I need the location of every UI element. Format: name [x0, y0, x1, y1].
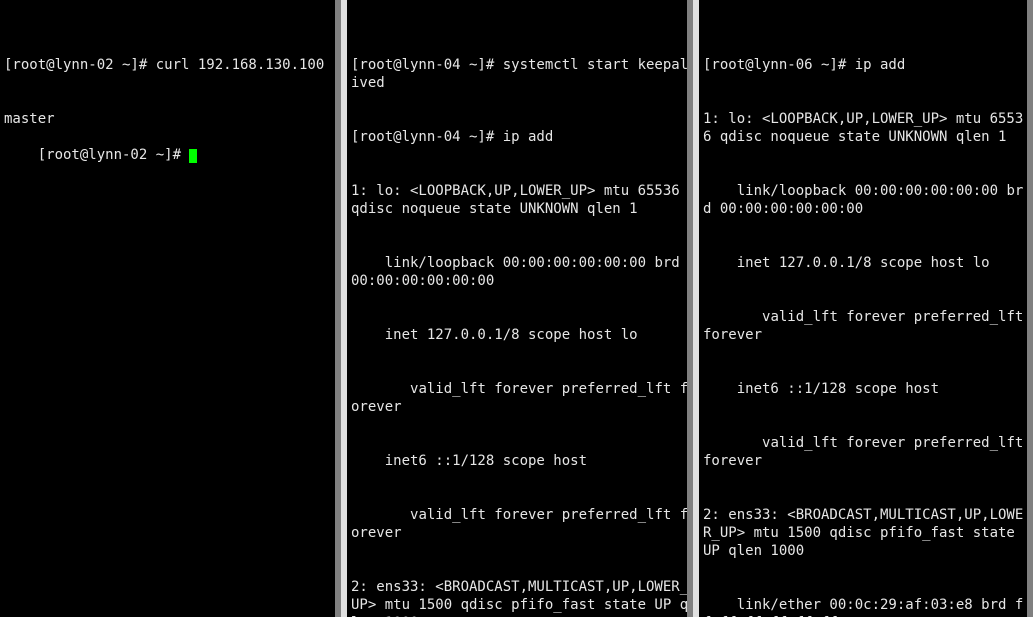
- scroll-down-arrow-icon[interactable]: [1027, 607, 1033, 617]
- terminal-lynn-02[interactable]: [root@lynn-02 ~]# curl 192.168.130.100 m…: [0, 0, 341, 617]
- terminals-row: [root@lynn-02 ~]# curl 192.168.130.100 m…: [0, 0, 1033, 617]
- terminal-line: 2: ens33: <BROADCAST,MULTICAST,UP,LOWER_…: [703, 506, 1029, 560]
- terminal-line: valid_lft forever preferred_lft forever: [703, 434, 1029, 470]
- terminal-line: [root@lynn-06 ~]# ip add: [703, 56, 1029, 74]
- terminal-line: 1: lo: <LOOPBACK,UP,LOWER_UP> mtu 65536 …: [703, 110, 1029, 146]
- terminal-line: inet6 ::1/128 scope host: [703, 380, 1029, 398]
- scrollbar[interactable]: [1027, 0, 1033, 617]
- terminal-lynn-04[interactable]: [root@lynn-04 ~]# systemctl start keepal…: [347, 0, 693, 617]
- scroll-down-arrow-icon[interactable]: [687, 607, 693, 617]
- terminal-line: [root@lynn-02 ~]# curl 192.168.130.100: [4, 56, 337, 74]
- scroll-thumb[interactable]: [1027, 10, 1033, 607]
- terminal-line: link/loopback 00:00:00:00:00:00 brd 00:0…: [351, 254, 689, 290]
- terminal-line: valid_lft forever preferred_lft forever: [351, 506, 689, 542]
- terminal-line: valid_lft forever preferred_lft forever: [351, 380, 689, 416]
- terminal-line: link/ether 00:0c:29:af:03:e8 brd ff:ff:f…: [703, 596, 1029, 617]
- terminal-line: 2: ens33: <BROADCAST,MULTICAST,UP,LOWER_…: [351, 578, 689, 617]
- terminal-line: valid_lft forever preferred_lft forever: [703, 308, 1029, 344]
- scroll-thumb[interactable]: [687, 10, 693, 607]
- terminal-line: link/loopback 00:00:00:00:00:00 brd 00:0…: [703, 182, 1029, 218]
- scroll-up-arrow-icon[interactable]: [335, 0, 341, 10]
- scroll-down-arrow-icon[interactable]: [335, 607, 341, 617]
- terminal-line: [root@lynn-04 ~]# ip add: [351, 128, 689, 146]
- terminal-lynn-06[interactable]: [root@lynn-06 ~]# ip add 1: lo: <LOOPBAC…: [699, 0, 1033, 617]
- terminal-line: [root@lynn-04 ~]# systemctl start keepal…: [351, 56, 689, 92]
- scroll-up-arrow-icon[interactable]: [1027, 0, 1033, 10]
- terminal-line: master: [4, 110, 337, 128]
- scroll-up-arrow-icon[interactable]: [687, 0, 693, 10]
- terminal-line: inet 127.0.0.1/8 scope host lo: [703, 254, 1029, 272]
- scrollbar[interactable]: [335, 0, 341, 617]
- terminal-line: inet 127.0.0.1/8 scope host lo: [351, 326, 689, 344]
- scroll-thumb[interactable]: [335, 10, 341, 607]
- terminal-line: 1: lo: <LOOPBACK,UP,LOWER_UP> mtu 65536 …: [351, 182, 689, 218]
- scrollbar[interactable]: [687, 0, 693, 617]
- cursor-icon: [189, 149, 197, 163]
- prompt: [root@lynn-02 ~]#: [38, 147, 190, 163]
- terminal-line: inet6 ::1/128 scope host: [351, 452, 689, 470]
